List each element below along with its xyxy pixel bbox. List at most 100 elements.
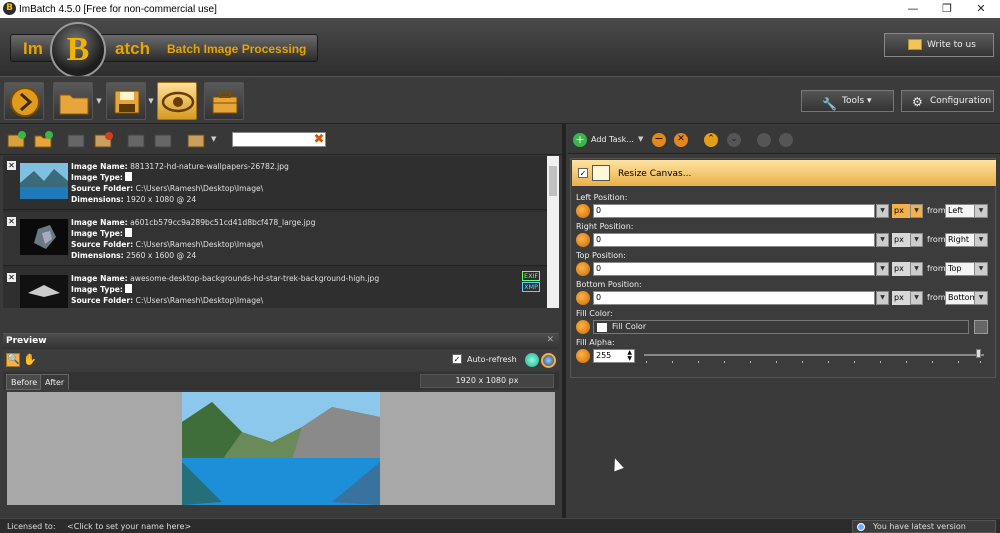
- move-task-up-icon[interactable]: ⌃: [704, 133, 718, 147]
- dimensions: 1920 x 1080 @ 24: [126, 195, 197, 204]
- right-from-select[interactable]: Right: [945, 233, 975, 247]
- bottom-position-dropdown[interactable]: ▼: [876, 291, 889, 305]
- right-from-dropdown[interactable]: ▼: [974, 233, 988, 247]
- folder-icon: [59, 94, 89, 115]
- remove-image-icon[interactable]: [66, 130, 88, 150]
- save-button[interactable]: [106, 82, 146, 120]
- paste-task-icon[interactable]: [779, 133, 793, 147]
- left-position-input[interactable]: 0: [593, 204, 875, 218]
- move-task-down-icon[interactable]: ⌄: [727, 133, 741, 147]
- sort-dropdown[interactable]: ▼: [211, 135, 216, 143]
- param-link-icon[interactable]: [576, 320, 590, 334]
- remove-item-icon[interactable]: ✕: [7, 217, 16, 226]
- move-up-icon[interactable]: [126, 130, 148, 150]
- param-link-icon[interactable]: [576, 262, 590, 276]
- licensed-name-link[interactable]: <Click to set your name here>: [67, 522, 191, 531]
- close-button[interactable]: ✕: [964, 0, 998, 18]
- bottom-from-select[interactable]: Bottom: [945, 291, 977, 305]
- auto-refresh-checkbox[interactable]: ✓: [452, 354, 462, 364]
- param-link-icon[interactable]: [576, 291, 590, 305]
- left-from-select[interactable]: Left: [945, 204, 975, 218]
- top-position-dropdown[interactable]: ▼: [876, 262, 889, 276]
- param-link-icon[interactable]: [576, 349, 590, 363]
- globe-icon[interactable]: [541, 353, 556, 368]
- move-down-icon[interactable]: [153, 130, 175, 150]
- maximize-button[interactable]: ❐: [930, 0, 964, 18]
- tools-menu-button[interactable]: 🔧 Tools ▾: [801, 90, 894, 112]
- top-from-dropdown[interactable]: ▼: [974, 262, 988, 276]
- configuration-button[interactable]: ⚙ Configuration: [901, 90, 994, 112]
- top-position-row: 0 ▼ px ▼ from Top ▼: [576, 262, 990, 277]
- hand-pan-icon[interactable]: ✋: [23, 353, 37, 366]
- source-folder: C:\Users\Ramesh\Desktop\Image\: [135, 240, 264, 249]
- close-preview-icon[interactable]: ✕: [546, 335, 554, 345]
- param-link-icon[interactable]: [576, 233, 590, 247]
- open-folder-button[interactable]: [53, 82, 93, 120]
- preview-canvas[interactable]: [7, 392, 555, 505]
- sort-icon[interactable]: [186, 130, 208, 150]
- add-image-icon[interactable]: [6, 130, 28, 150]
- left-unit-dropdown[interactable]: ▼: [910, 204, 923, 218]
- fill-alpha-row: 255 ▲ ▼: [576, 349, 990, 369]
- remove-task-icon[interactable]: −: [652, 133, 666, 147]
- param-link-icon[interactable]: [576, 204, 590, 218]
- fill-alpha-spinner[interactable]: 255 ▲ ▼: [593, 349, 635, 363]
- thumbnail: [20, 163, 68, 199]
- top-position-input[interactable]: 0: [593, 262, 875, 276]
- top-from-select[interactable]: Top: [945, 262, 975, 276]
- task-header[interactable]: ✓ Resize Canvas...: [572, 160, 996, 186]
- tab-before[interactable]: Before: [6, 374, 43, 390]
- open-dropdown[interactable]: ▼: [95, 82, 103, 120]
- zoom-icon[interactable]: 🔍: [6, 353, 20, 367]
- list-item[interactable]: ✕ Image Name: awesome-desktop-background…: [3, 268, 547, 308]
- clear-tasks-icon[interactable]: ✕: [674, 133, 688, 147]
- spinner-arrows-icon[interactable]: ▲ ▼: [627, 350, 632, 362]
- list-item[interactable]: ✕ Image Name: 8813172-hd-nature-wallpape…: [3, 156, 547, 210]
- bottom-from-dropdown[interactable]: ▼: [974, 291, 988, 305]
- add-task-button[interactable]: Add Task...: [591, 135, 634, 144]
- clear-filter-icon[interactable]: ✖: [312, 132, 326, 147]
- toolbox-button[interactable]: [204, 82, 244, 120]
- tab-after[interactable]: After: [40, 374, 70, 390]
- right-unit-dropdown[interactable]: ▼: [910, 233, 923, 247]
- left-unit-select[interactable]: px: [892, 204, 912, 218]
- left-from-dropdown[interactable]: ▼: [974, 204, 988, 218]
- add-task-icon[interactable]: +: [573, 133, 587, 147]
- fill-alpha-slider[interactable]: [644, 354, 984, 356]
- copy-task-icon[interactable]: [757, 133, 771, 147]
- right-position-dropdown[interactable]: ▼: [876, 233, 889, 247]
- task-enabled-checkbox[interactable]: ✓: [578, 168, 588, 178]
- fill-alpha-slider-knob[interactable]: [976, 349, 981, 358]
- write-to-us-button[interactable]: Write to us: [884, 33, 994, 57]
- bottom-unit-dropdown[interactable]: ▼: [910, 291, 923, 305]
- right-unit-select[interactable]: px: [892, 233, 912, 247]
- panel-splitter[interactable]: [562, 124, 566, 518]
- top-unit-select[interactable]: px: [892, 262, 912, 276]
- add-folder-icon[interactable]: [33, 130, 55, 150]
- preview-toggle-button[interactable]: [157, 82, 197, 120]
- list-item[interactable]: ✕ Image Name: a601cb579cc9a289bc51cd41d8…: [3, 212, 547, 266]
- slider-tick: [750, 361, 751, 363]
- refresh-icon[interactable]: [525, 353, 539, 367]
- run-button[interactable]: [4, 82, 44, 120]
- remove-item-icon[interactable]: ✕: [7, 161, 16, 170]
- file-list-scrollbar[interactable]: [547, 156, 559, 308]
- main-toolbar: ▼ ▼ 🔧 Tools ▾ ⚙ Configuration: [0, 76, 1000, 124]
- minimize-button[interactable]: —: [896, 0, 930, 18]
- fill-color-field[interactable]: Fill Color: [593, 320, 969, 334]
- scrollbar-thumb[interactable]: [549, 166, 557, 196]
- left-position-dropdown[interactable]: ▼: [876, 204, 889, 218]
- param-label: Bottom Position:: [576, 280, 642, 289]
- image-name-label: Image Name:: [71, 274, 128, 283]
- bottom-position-input[interactable]: 0: [593, 291, 875, 305]
- bottom-unit-select[interactable]: px: [892, 291, 912, 305]
- top-unit-dropdown[interactable]: ▼: [910, 262, 923, 276]
- tools-label: Tools ▾: [842, 96, 872, 106]
- save-dropdown[interactable]: ▼: [147, 82, 155, 120]
- add-task-dropdown[interactable]: ▼: [638, 135, 643, 143]
- eyedropper-icon[interactable]: [974, 320, 988, 334]
- remove-item-icon[interactable]: ✕: [7, 273, 16, 282]
- version-status[interactable]: You have latest version: [852, 520, 996, 533]
- right-position-input[interactable]: 0: [593, 233, 875, 247]
- clear-list-icon[interactable]: [93, 130, 115, 150]
